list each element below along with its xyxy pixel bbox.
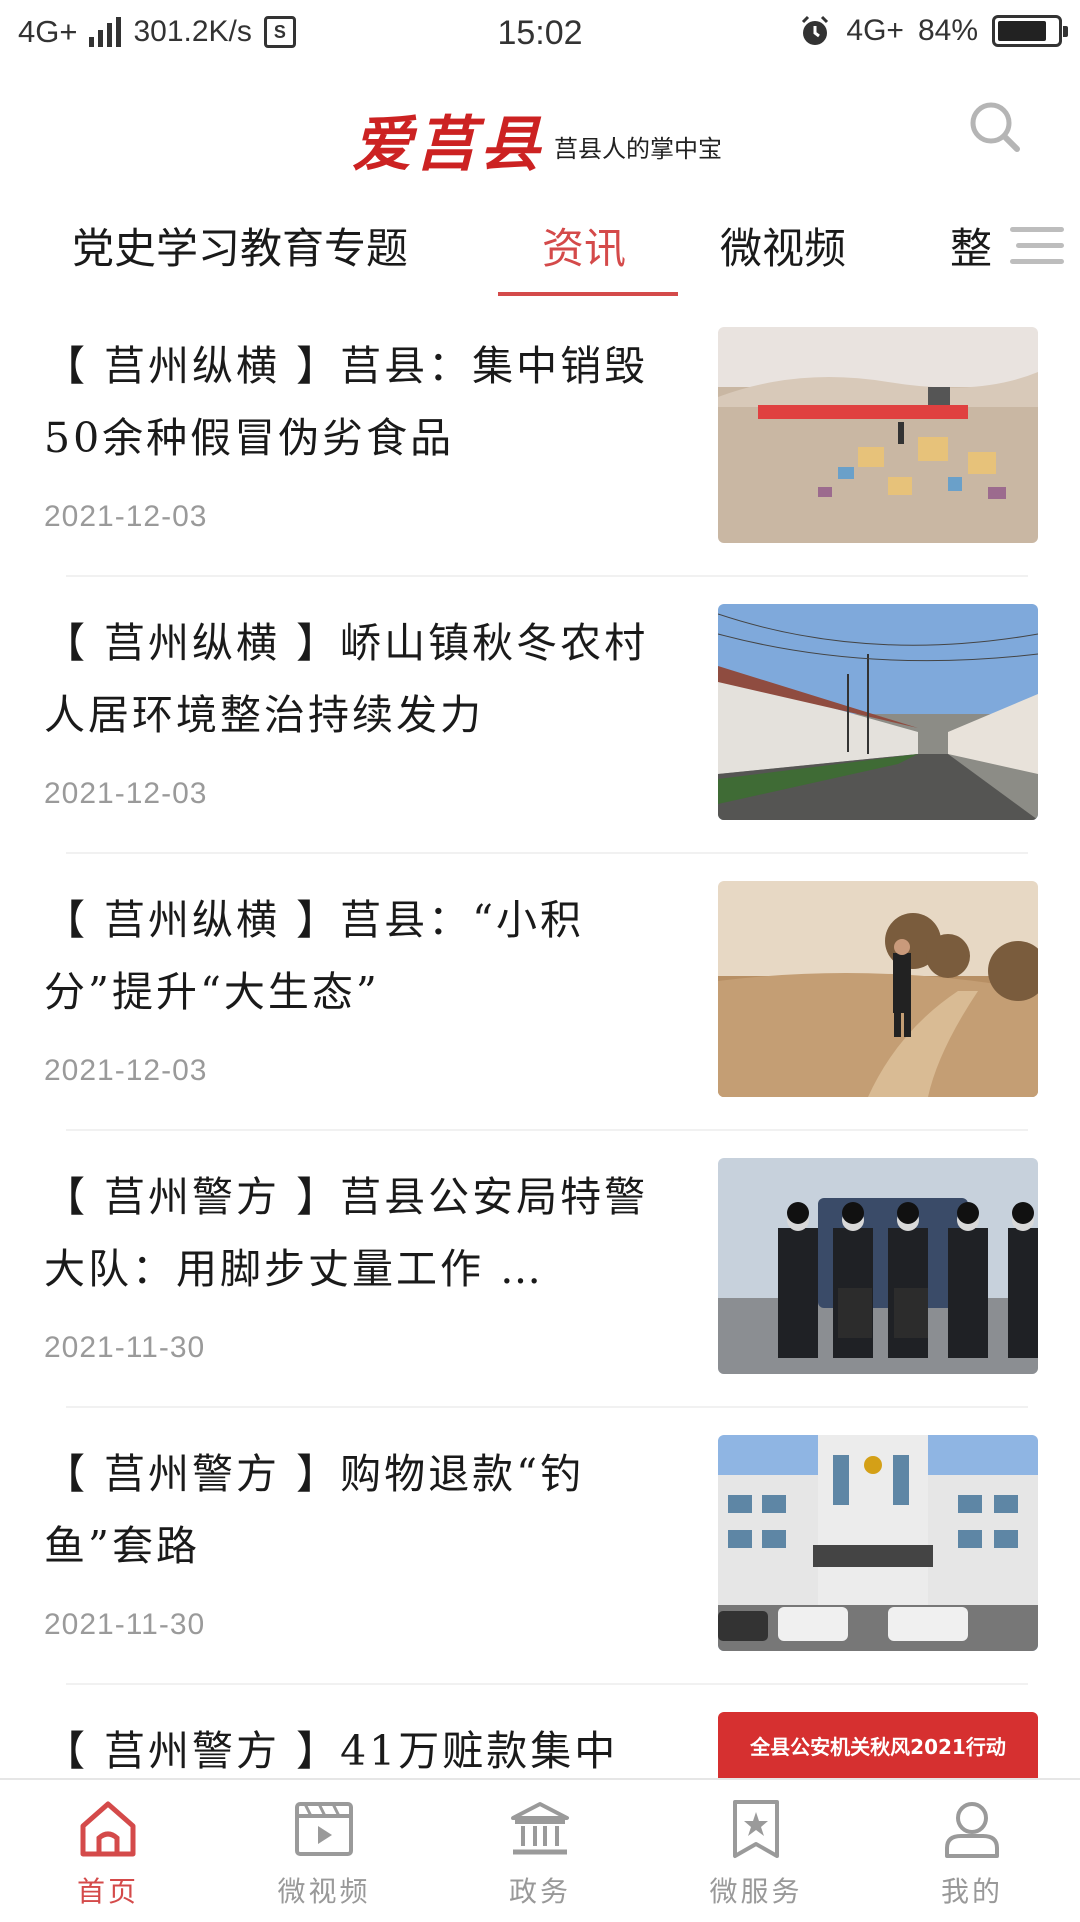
news-feed[interactable]: 【 莒州纵横 】莒县：集中销毁50余种假冒伪劣食品 2021-12-03 【 莒… <box>0 300 1080 1778</box>
battery-icon <box>992 15 1068 47</box>
network-indicator-right: 4G+ <box>846 14 904 47</box>
alarm-icon <box>802 15 829 45</box>
nav-home[interactable]: 首页 <box>0 1780 216 1922</box>
news-date: 2021-12-03 <box>44 1054 208 1087</box>
news-date: 2021-12-03 <box>44 777 208 810</box>
news-thumbnail[interactable]: 全县公安机关秋风2021行动 <box>718 1712 1038 1778</box>
logo-slogan: 莒县人的掌中宝 <box>554 135 722 163</box>
nav-profile[interactable]: 我的 <box>864 1780 1080 1922</box>
news-title[interactable]: 【 莒州警方 】41万赃款集中 <box>44 1715 664 1778</box>
nav-label: 首页 <box>76 1875 139 1908</box>
news-title[interactable]: 【 莒州纵横 】莒县：集中销毁50余种假冒伪劣食品 <box>44 330 664 474</box>
news-date: 2021-12-03 <box>44 500 208 533</box>
news-title[interactable]: 【 莒州纵横 】峤山镇秋冬农村人居环境整治持续发力 <box>44 607 664 751</box>
search-icon[interactable] <box>966 98 1024 156</box>
app-header: 爱莒县 莒县人的掌中宝 <box>0 72 1080 187</box>
news-item[interactable]: 【 莒州纵横 】莒县：“小积分”提升“大生态” 2021-12-03 <box>0 854 1080 1131</box>
nav-label: 微服务 <box>709 1875 803 1908</box>
nav-label: 微视频 <box>277 1875 371 1908</box>
news-date: 2021-11-30 <box>44 1608 206 1641</box>
nav-micro-service[interactable]: 微服务 <box>648 1780 864 1922</box>
service-icon <box>733 1800 779 1858</box>
menu-icon[interactable] <box>1004 221 1066 271</box>
battery-percent: 84% <box>917 14 978 47</box>
police-building-photo <box>718 1435 1038 1651</box>
news-item[interactable]: 【 莒州纵横 】峤山镇秋冬农村人居环境整治持续发力 2021-12-03 <box>0 577 1080 854</box>
news-thumbnail[interactable] <box>718 327 1038 543</box>
tab-news[interactable]: 资讯 <box>542 215 626 276</box>
nav-government[interactable]: 政务 <box>432 1780 648 1922</box>
news-thumbnail[interactable] <box>718 1435 1038 1651</box>
news-title[interactable]: 【 莒州警方 】购物退款“钓鱼”套路 <box>44 1438 664 1582</box>
banner-text: 全县公安机关秋风2021行动 <box>749 1735 1006 1759</box>
video-icon <box>295 1802 353 1856</box>
news-date: 2021-11-30 <box>44 1331 206 1364</box>
nav-label: 政务 <box>508 1875 571 1908</box>
news-thumbnail[interactable] <box>718 881 1038 1097</box>
bottom-navigation: 首页 微视频 政务 微服务 我的 <box>0 1778 1080 1922</box>
banner-photo: 全县公安机关秋风2021行动 <box>718 1712 1038 1778</box>
news-item[interactable]: 【 莒州警方 】购物退款“钓鱼”套路 2021-11-30 <box>0 1408 1080 1685</box>
news-thumbnail[interactable] <box>718 1158 1038 1374</box>
news-item[interactable]: 【 莒州警方 】莒县公安局特警大队：用脚步丈量工作 … 2021-11-30 <box>0 1131 1080 1408</box>
active-tab-indicator <box>498 292 678 296</box>
status-bar: 4G+ 301.2K/s S 15:02 4G+ 84% <box>0 0 1080 72</box>
app-logo: 爱莒县 莒县人的掌中宝 <box>352 96 722 183</box>
news-thumbnail[interactable] <box>718 604 1038 820</box>
tab-party-history[interactable]: 党史学习教育专题 <box>72 215 408 276</box>
news-title[interactable]: 【 莒州纵横 】莒县：“小积分”提升“大生态” <box>44 884 664 1028</box>
government-icon <box>511 1802 569 1855</box>
tab-micro-video[interactable]: 微视频 <box>720 215 846 276</box>
status-right: 4G+ 84% <box>798 14 1068 48</box>
nav-micro-video[interactable]: 微视频 <box>216 1780 432 1922</box>
profile-icon <box>945 1802 999 1858</box>
field-photo <box>718 881 1038 1097</box>
channel-tabs: 党史学习教育专题 资讯 微视频 整 <box>0 195 1080 300</box>
home-icon <box>80 1801 136 1857</box>
destruction-site-photo <box>718 327 1038 543</box>
news-item[interactable]: 【 莒州纵横 】莒县：集中销毁50余种假冒伪劣食品 2021-12-03 <box>0 300 1080 577</box>
swat-team-photo <box>718 1158 1038 1374</box>
tab-more-partial[interactable]: 整 <box>950 215 992 276</box>
logo-text: 爱莒县 <box>352 110 544 180</box>
nav-label: 我的 <box>940 1875 1003 1908</box>
news-item[interactable]: 【 莒州警方 】41万赃款集中 全县公安机关秋风2021行动 <box>0 1685 1080 1778</box>
news-title[interactable]: 【 莒州警方 】莒县公安局特警大队：用脚步丈量工作 … <box>44 1161 664 1305</box>
village-road-photo <box>718 604 1038 820</box>
